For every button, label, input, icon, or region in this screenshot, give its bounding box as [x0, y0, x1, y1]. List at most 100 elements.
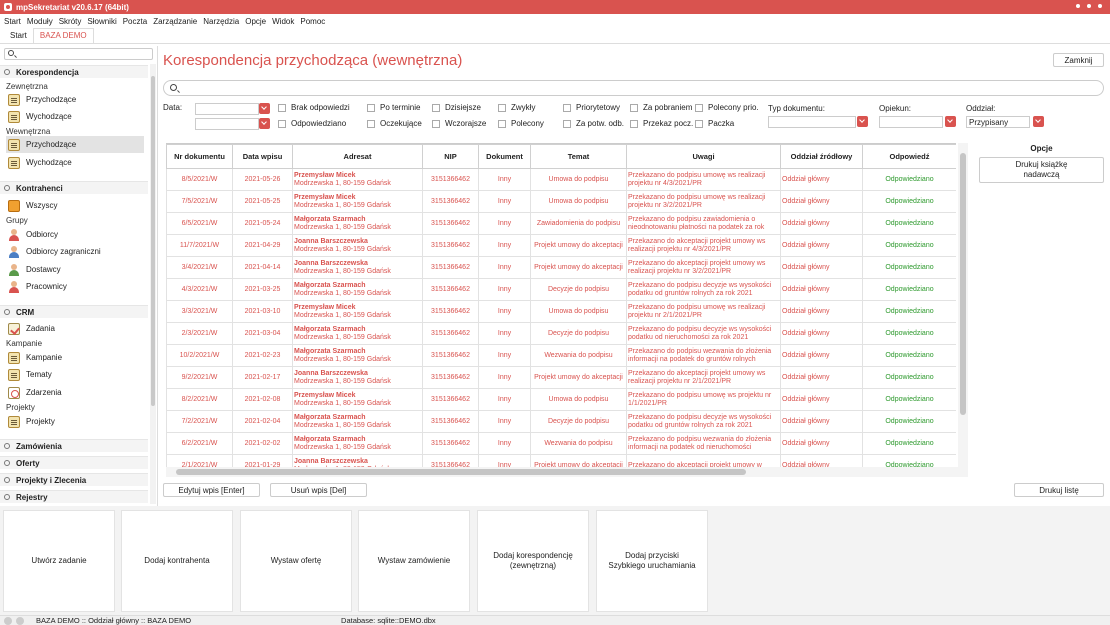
table-row[interactable]: 3/4/2021/W 2021-04-14 Joanna Barszczewska M… — [166, 256, 956, 279]
table-row[interactable]: 3/3/2021/W 2021-03-10 Przemysław Micek Modr… — [166, 300, 956, 323]
column-header[interactable]: Dokument — [478, 144, 531, 169]
sidebar-item-wszyscy[interactable]: Wszyscy — [6, 197, 144, 214]
edit-entry-button[interactable]: Edytuj wpis [Enter] — [163, 483, 260, 497]
checkbox-icon[interactable] — [367, 103, 375, 112]
sidebar-item-dostawcy[interactable]: Dostawcy — [6, 261, 144, 278]
column-header[interactable]: Uwagi — [626, 144, 781, 169]
filter-za-pobraniem[interactable]: Za pobraniem — [630, 103, 692, 112]
checkbox-icon[interactable] — [695, 119, 703, 128]
filter-odpowiedziano[interactable]: Odpowiedziano — [278, 119, 346, 128]
column-header[interactable]: Adresat — [292, 144, 423, 169]
sidebar-item-wew-przychodzace[interactable]: Przychodzące — [6, 136, 144, 153]
table-row[interactable]: 9/2/2021/W 2021-02-17 Joanna Barszczewska M… — [166, 366, 956, 389]
table-row[interactable]: 2/3/2021/W 2021-03-04 Małgorzata Szarmach M… — [166, 322, 956, 345]
menu-pomoc[interactable]: Pomoc — [300, 17, 325, 26]
checkbox-icon[interactable] — [630, 103, 638, 112]
tab-baza-demo[interactable]: BAZA DEMO — [32, 28, 94, 43]
sidebar-item-kampanie[interactable]: Kampanie — [6, 349, 144, 366]
filter-polecony-prio[interactable]: Polecony prio. — [695, 103, 759, 112]
checkbox-icon[interactable] — [278, 103, 286, 112]
sidebar-item-wew-wychodzace[interactable]: Wychodzące — [6, 154, 144, 171]
checkbox-icon[interactable] — [498, 103, 506, 112]
window-dot-icon[interactable] — [1087, 4, 1091, 8]
oddzial-dropdown-icon[interactable] — [1033, 116, 1044, 127]
table-row[interactable]: 2/1/2021/W2021-01-29Joanna BarszczewskaM… — [166, 454, 956, 467]
oddzial-select[interactable]: Przypisany — [966, 116, 1030, 128]
window-dot-icon[interactable] — [1076, 4, 1080, 8]
section-kontrahenci[interactable]: Kontrahenci — [0, 181, 148, 194]
sidebar-item-zdarzenia[interactable]: Zdarzenia — [6, 384, 144, 401]
date-to-input[interactable] — [195, 118, 259, 130]
column-header[interactable]: Oddział źródłowy — [780, 144, 863, 169]
filter-wczorajsze[interactable]: Wczorajsze — [432, 119, 486, 128]
table-horizontal-scrollbar[interactable] — [166, 467, 968, 477]
menu-poczta[interactable]: Poczta — [123, 17, 147, 26]
filter-polecony[interactable]: Polecony — [498, 119, 544, 128]
tile-issue-offer[interactable]: Wystaw ofertę — [240, 510, 352, 612]
opiekun-dropdown-icon[interactable] — [945, 116, 956, 127]
sidebar-item-zew-wychodzace[interactable]: Wychodzące — [6, 108, 144, 125]
checkbox-icon[interactable] — [563, 103, 571, 112]
checkbox-icon[interactable] — [695, 103, 703, 112]
table-row[interactable]: 7/2/2021/W 2021-02-04 Małgorzata Szarmach M… — [166, 410, 956, 433]
sidebar-search-input[interactable] — [4, 48, 153, 60]
sidebar-item-projekty[interactable]: Projekty — [6, 413, 144, 430]
filter-przekaz-pocz[interactable]: Przekaz pocz. — [630, 119, 693, 128]
menu-slowniki[interactable]: Słowniki — [87, 17, 116, 26]
filter-dzisiejsze[interactable]: Dzisiejsze — [432, 103, 481, 112]
filter-oczekujace[interactable]: Oczekujące — [367, 119, 422, 128]
checkbox-icon[interactable] — [498, 119, 506, 128]
date-from-dropdown-icon[interactable] — [259, 103, 270, 114]
section-zamowienia[interactable]: Zamówienia — [0, 439, 148, 452]
checkbox-icon[interactable] — [432, 103, 440, 112]
menu-skroty[interactable]: Skróty — [59, 17, 82, 26]
opiekun-select[interactable] — [879, 116, 943, 128]
filter-zwykly[interactable]: Zwykły — [498, 103, 535, 112]
column-header[interactable]: NIP — [422, 144, 479, 169]
sidebar-item-zew-przychodzace[interactable]: Przychodzące — [6, 91, 144, 108]
table-row[interactable]: 4/3/2021/W 2021-03-25 Małgorzata Szarmach M… — [166, 278, 956, 301]
print-list-button[interactable]: Drukuj listę — [1014, 483, 1104, 497]
checkbox-icon[interactable] — [563, 119, 571, 128]
print-book-button[interactable]: Drukuj książkę nadawczą — [979, 157, 1104, 183]
delete-entry-button[interactable]: Usuń wpis [Del] — [270, 483, 367, 497]
sidebar-item-tematy[interactable]: Tematy — [6, 366, 144, 383]
filter-priorytetowy[interactable]: Priorytetowy — [563, 103, 620, 112]
table-vertical-scrollbar[interactable] — [958, 143, 968, 467]
column-header[interactable]: Data wpisu — [232, 144, 293, 169]
section-oferty[interactable]: Oferty — [0, 456, 148, 469]
menu-zarzadzanie[interactable]: Zarządzanie — [153, 17, 197, 26]
menu-moduly[interactable]: Moduły — [27, 17, 53, 26]
filter-brak-odpowiedzi[interactable]: Brak odpowiedzi — [278, 103, 350, 112]
scrollbar-thumb[interactable] — [151, 76, 155, 406]
tile-issue-order[interactable]: Wystaw zamówienie — [358, 510, 470, 612]
filter-po-terminie[interactable]: Po terminie — [367, 103, 420, 112]
scrollbar-thumb[interactable] — [176, 469, 746, 475]
menu-narzedzia[interactable]: Narzędzia — [203, 17, 239, 26]
table-row[interactable]: 6/2/2021/W 2021-02-02 Małgorzata Szarmach M… — [166, 432, 956, 455]
checkbox-icon[interactable] — [432, 119, 440, 128]
date-to-dropdown-icon[interactable] — [259, 118, 270, 129]
column-header[interactable]: Odpowiedź — [862, 144, 956, 169]
tile-add-contractor[interactable]: Dodaj kontrahenta — [121, 510, 233, 612]
tile-create-task[interactable]: Utwórz zadanie — [3, 510, 115, 612]
section-crm[interactable]: CRM — [0, 305, 148, 318]
window-controls[interactable] — [1076, 4, 1102, 8]
column-header[interactable]: Nr dokumentu — [166, 144, 233, 169]
checkbox-icon[interactable] — [630, 119, 638, 128]
menu-opcje[interactable]: Opcje — [245, 17, 266, 26]
table-row[interactable]: 6/5/2021/W 2021-05-24 Małgorzata Szarmach M… — [166, 212, 956, 235]
search-input[interactable] — [163, 80, 1104, 96]
sidebar-item-odbiorcy-zagraniczni[interactable]: Odbiorcy zagraniczni — [6, 243, 144, 260]
table-row[interactable]: 8/2/2021/W 2021-02-08 Przemysław Micek Modr… — [166, 388, 956, 411]
table-row[interactable]: 7/5/2021/W 2021-05-25 Przemysław Micek Modr… — [166, 190, 956, 213]
menu-widok[interactable]: Widok — [272, 17, 294, 26]
section-projekty-zlecenia[interactable]: Projekty i Zlecenia — [0, 473, 148, 486]
section-korespondencja[interactable]: Korespondencja — [0, 65, 148, 78]
table-row[interactable]: 11/7/2021/W 2021-04-29 Joanna Barszczewska… — [166, 234, 956, 257]
tile-add-correspondence[interactable]: Dodaj korespondencję (zewnętrzną) — [477, 510, 589, 612]
typ-dokumentu-dropdown-icon[interactable] — [857, 116, 868, 127]
typ-dokumentu-select[interactable] — [768, 116, 856, 128]
checkbox-icon[interactable] — [278, 119, 286, 128]
sidebar-item-pracownicy[interactable]: Pracownicy — [6, 278, 144, 295]
